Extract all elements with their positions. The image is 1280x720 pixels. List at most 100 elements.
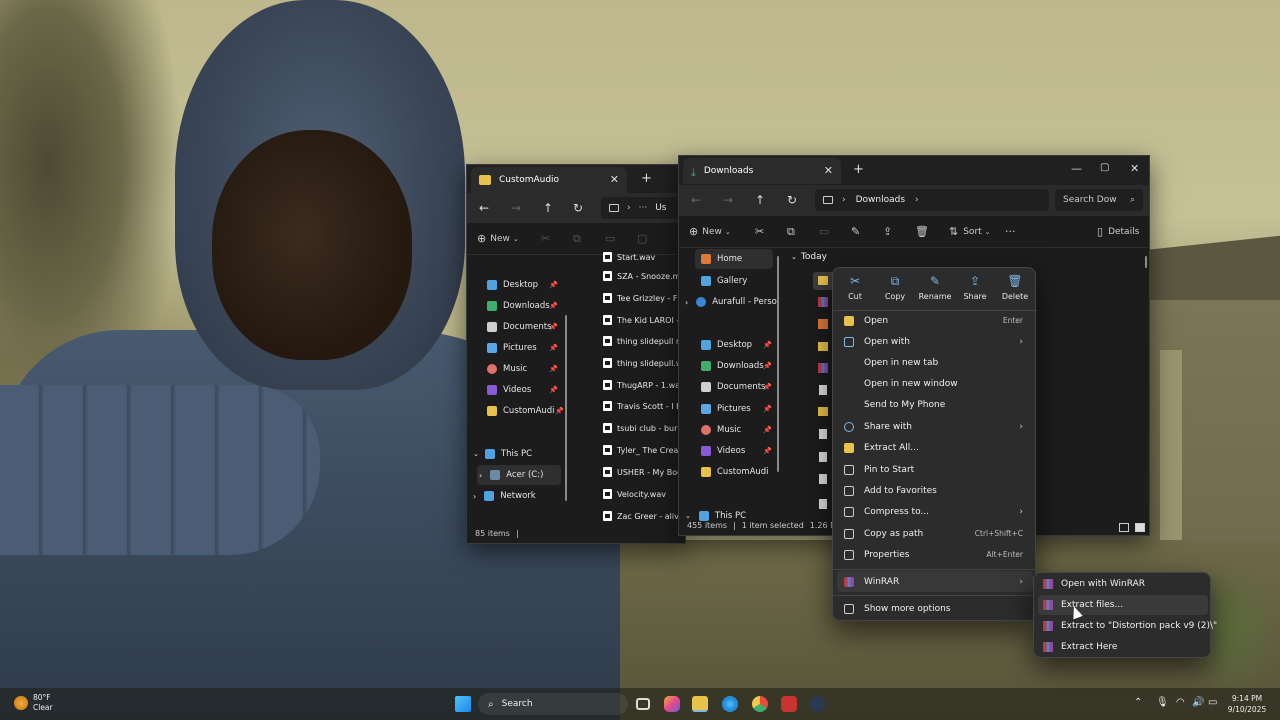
sidebar-item-desktop[interactable]: Desktop 📌 [701,335,773,355]
share-button[interactable]: ⇪ Share [955,274,995,308]
more-path-icon[interactable]: ··· [639,203,648,213]
task-view-icon[interactable] [636,698,650,710]
cut-icon[interactable]: ✂ [755,225,764,238]
list-item[interactable]: Start.wav [603,247,687,267]
clock[interactable]: 9:14 PM 9/10/2025 [1222,693,1272,715]
sidebar-item-customaudio[interactable]: CustomAudi [701,462,773,482]
sidebar-item-downloads[interactable]: Downloads 📌 [701,356,773,376]
copy-button[interactable]: ⧉ Copy [875,274,915,308]
start-windows-icon[interactable] [455,696,471,712]
menu-item-open-in-new-window[interactable]: Open in new window [837,373,1033,394]
menu-item-extract-all[interactable]: Extract All... [837,437,1033,458]
file-explorer-icon[interactable] [692,696,708,712]
copy-icon[interactable]: ⧉ [573,232,581,246]
share-icon[interactable]: ⇪ [883,225,892,238]
sidebar-item-home[interactable]: Home [695,249,773,269]
rename-icon[interactable]: ▢ [637,232,647,245]
details-button[interactable]: ▯ Details [1097,225,1139,238]
menu-item-pin-to-start[interactable]: Pin to Start [837,459,1033,480]
back-arrow-icon[interactable]: ← [479,201,489,215]
menu-item-extract-files[interactable]: Extract files... [1038,595,1208,615]
close-tab-icon[interactable]: ✕ [610,173,619,186]
sidebar-item-videos[interactable]: Videos 📌 [487,380,567,400]
new-tab-button[interactable]: + [641,171,652,186]
sidebar-item-gallery[interactable]: Gallery [701,271,779,291]
sidebar-item-music[interactable]: Music 📌 [701,420,773,440]
menu-item-extract-here[interactable]: Extract Here [1038,637,1208,657]
sidebar-item-downloads[interactable]: Downloads 📌 [487,296,567,316]
sidebar-item-documents[interactable]: Documents 📌 [487,317,567,337]
delete-button[interactable]: 🗑 Delete [995,274,1035,308]
sidebar-item-videos[interactable]: Videos 📌 [701,441,773,461]
sidebar-item-this-pc[interactable]: ⌄ This PC [473,444,563,464]
microphone-icon[interactable]: 🎙 [1156,697,1169,708]
rename-icon[interactable]: ✎ [851,225,860,238]
rename-button[interactable]: ✎ Rename [915,274,955,308]
menu-item-show-more-options[interactable]: Show more options [837,598,1033,619]
menu-item-open-in-new-tab[interactable]: Open in new tab [837,352,1033,373]
discord-icon[interactable] [781,696,797,712]
sort-button[interactable]: ⇅ Sort ⌄ [949,225,991,238]
list-item[interactable]: thing slidepull.wa [603,353,687,373]
taskbar-search[interactable]: ⌕ Search [478,693,628,715]
list-item[interactable]: SZA - Snooze.mp [603,266,687,286]
copilot-icon[interactable] [664,696,680,712]
cut-button[interactable]: ✂ Cut [835,274,875,308]
list-item[interactable]: tsubi club - burba [603,418,687,438]
sidebar-item-documents[interactable]: Documents 📌 [701,377,773,397]
menu-item-share-with[interactable]: Share with › [837,416,1033,437]
refresh-icon[interactable]: ↻ [573,201,583,215]
tab-customaudio[interactable]: CustomAudio ✕ [471,167,627,193]
maximize-button[interactable]: ▢ [1100,162,1109,173]
list-item[interactable]: thing slidepull rel [603,331,687,351]
navigation-scrollbar[interactable] [565,315,567,501]
close-window-button[interactable]: ✕ [1130,162,1139,175]
menu-item-copy-as-path[interactable]: Copy as path Ctrl+Shift+C [837,523,1033,544]
list-item[interactable]: Travis Scott - I KN [603,396,687,416]
steam-icon[interactable] [809,696,825,712]
forward-arrow-icon[interactable]: → [511,201,521,215]
sidebar-item-desktop[interactable]: Desktop 📌 [487,275,567,295]
wifi-icon[interactable]: ◠ [1176,697,1185,708]
battery-icon[interactable]: ▭ [1208,697,1217,708]
explorer-window-customaudio[interactable]: CustomAudio ✕ + ← → ↑ ↻ › ··· Us ⊕ New ⌄… [466,164,687,544]
copy-icon[interactable]: ⧉ [787,225,795,239]
menu-item-open-with[interactable]: Open with › [837,331,1033,352]
sidebar-item-acer-drive[interactable]: › Acer (C:) [477,465,561,485]
chevron-up-icon[interactable]: ⌃ [1134,697,1142,708]
chrome-icon[interactable] [752,696,768,712]
menu-item-compress-to[interactable]: Compress to... › [837,501,1033,522]
up-arrow-icon[interactable]: ↑ [543,201,553,215]
address-field[interactable]: › ··· Us [601,197,687,219]
list-item[interactable]: Velocity.wav [603,484,687,504]
cut-icon[interactable]: ✂ [541,232,550,245]
sidebar-item-pictures[interactable]: Pictures 📌 [701,399,773,419]
volume-icon[interactable]: 🔊 [1192,697,1204,708]
refresh-icon[interactable]: ↻ [787,193,797,207]
sidebar-item-pictures[interactable]: Pictures 📌 [487,338,567,358]
search-input[interactable]: Search Dow ⌕ [1055,189,1143,211]
weather-widget[interactable]: 80°F Clear [14,693,53,713]
up-arrow-icon[interactable]: ↑ [755,193,765,207]
tab-downloads[interactable]: ⤓ Downloads ✕ [683,158,841,184]
group-header-today[interactable]: ⌄ Today [791,252,827,262]
new-button[interactable]: ⊕ New ⌄ [689,225,731,238]
more-options-icon[interactable]: ··· [1005,225,1016,238]
breadcrumb[interactable]: Downloads [856,195,905,205]
file-list-scrollbar[interactable] [1145,256,1147,268]
delete-icon[interactable]: 🗑 [915,225,929,238]
minimize-button[interactable]: — [1071,162,1082,175]
sidebar-item-onedrive[interactable]: › Aurafull - Person [685,292,779,312]
close-tab-icon[interactable]: ✕ [824,164,833,177]
menu-item-extract-to-folder[interactable]: Extract to "Distortion pack v9 (2)\" [1038,616,1217,636]
paste-icon[interactable]: ▭ [819,225,829,238]
menu-item-winrar[interactable]: WinRAR › [837,571,1033,592]
list-item[interactable]: Tee Grizzley - Flo [603,288,687,308]
list-item[interactable]: Tyler_ The Creato [603,440,687,460]
new-button[interactable]: ⊕ New ⌄ [477,232,519,245]
edge-icon[interactable] [722,696,738,712]
sidebar-item-network[interactable]: › Network [473,486,563,506]
menu-item-open-with-winrar[interactable]: Open with WinRAR [1038,574,1208,594]
forward-arrow-icon[interactable]: → [723,193,733,207]
back-arrow-icon[interactable]: ← [691,193,701,207]
